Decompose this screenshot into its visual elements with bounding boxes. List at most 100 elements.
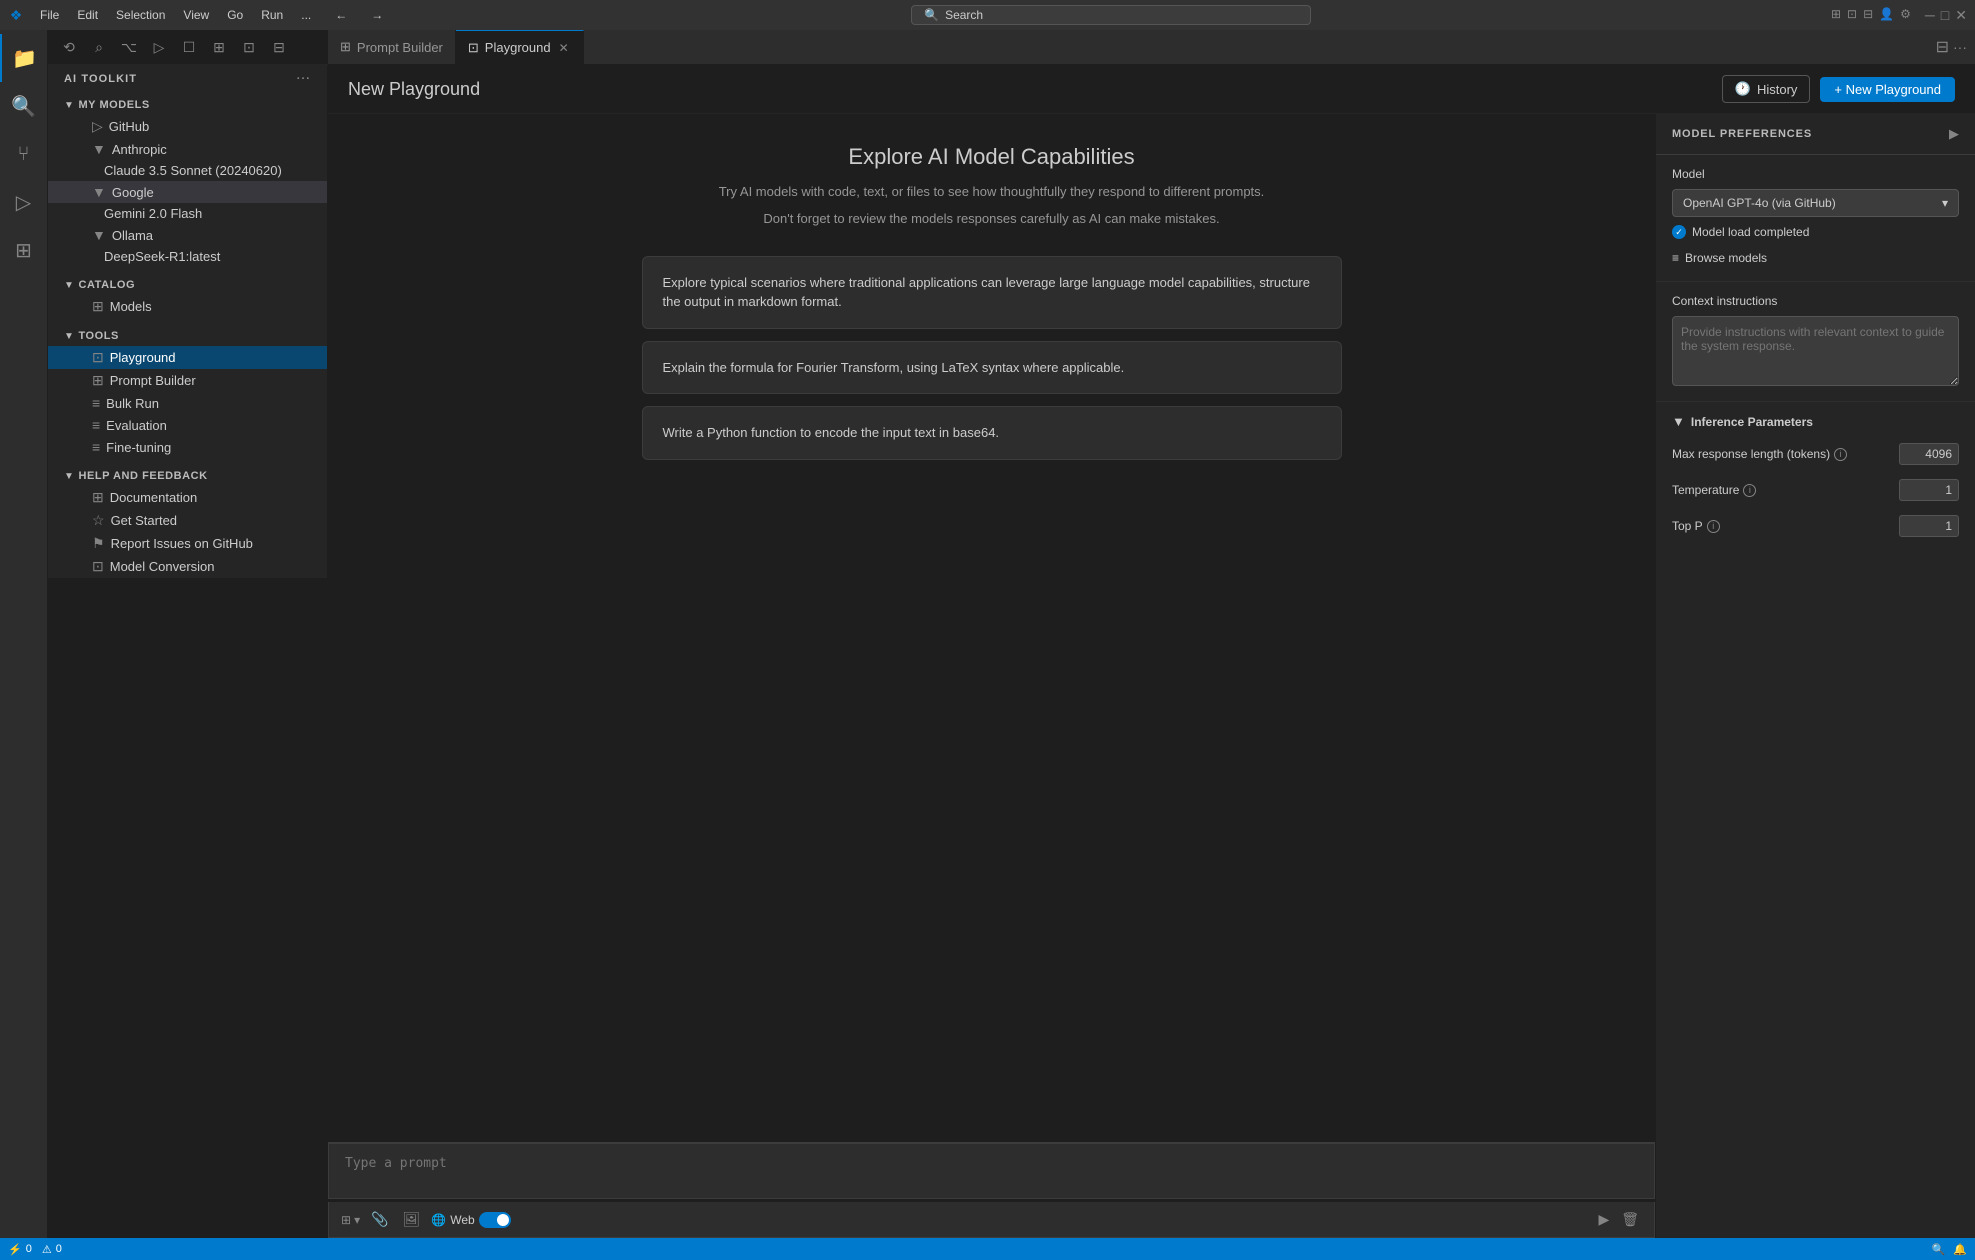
menu-view[interactable]: View [175,6,217,24]
status-search-btn[interactable]: 🔍 [1932,1243,1946,1256]
toolbar-btn-6[interactable]: ⊞ [206,34,232,60]
menu-more[interactable]: ... [293,6,319,24]
sidebar-item-google[interactable]: ▼ Google [48,181,327,203]
layout-btn-1[interactable]: ⊞ [1831,7,1841,24]
sidebar-item-github[interactable]: ▷ GitHub [48,115,327,138]
section-help[interactable]: ▼ HELP AND FEEDBACK [48,464,327,486]
context-instructions-label: Context instructions [1672,294,1959,308]
temperature-info-icon[interactable]: i [1743,484,1756,497]
toolbar-btn-2[interactable]: ⌕ [86,34,112,60]
context-textarea[interactable] [1672,316,1959,386]
sidebar-item-finetuning[interactable]: ≡ Fine-tuning [48,436,327,458]
sidebar-item-anthropic[interactable]: ▼ Anthropic [48,138,327,160]
tab-playground[interactable]: ⊡ Playground ✕ [456,30,584,64]
prompt-card-0-text: Explore typical scenarios where traditio… [663,275,1310,310]
toolbar-btn-3[interactable]: ⌥ [116,34,142,60]
sidebar-item-report-issues[interactable]: ⚑ Report Issues on GitHub [48,532,327,555]
sidebar-header-label: AI TOOLKIT [64,73,137,85]
main-content: ⊞ Prompt Builder ⊡ Playground ✕ ⊟ ··· Ne… [328,30,1975,1238]
split-editor-btn[interactable]: ⊟ [1936,37,1949,57]
section-my-models[interactable]: ▼ MY MODELS [48,93,327,115]
new-playground-button[interactable]: + New Playground [1820,77,1955,102]
maximize-btn[interactable]: □ [1941,7,1949,24]
section-tools[interactable]: ▼ TOOLS [48,324,327,346]
evaluation-icon: ≡ [92,417,100,433]
sidebar-item-prompt-builder[interactable]: ⊞ Prompt Builder [48,369,327,392]
status-right: 🔍 🔔 [1932,1243,1967,1256]
sidebar-item-evaluation[interactable]: ≡ Evaluation [48,414,327,436]
toolbar-btn-8[interactable]: ⊟ [266,34,292,60]
account-icon[interactable]: 👤 [1879,7,1894,24]
menu-edit[interactable]: Edit [69,6,106,24]
bulk-run-label: Bulk Run [106,396,159,411]
prompt-card-0[interactable]: Explore typical scenarios where traditio… [642,256,1342,329]
top-p-info-icon[interactable]: i [1707,520,1720,533]
layout-btn-2[interactable]: ⊡ [1847,7,1857,24]
max-tokens-input[interactable] [1899,443,1959,465]
right-panel-header: MODEL PREFERENCES ▶ [1656,114,1975,155]
menu-selection[interactable]: Selection [108,6,173,24]
activity-search[interactable]: 🔍 [0,82,48,130]
max-tokens-info-icon[interactable]: i [1834,448,1847,461]
send-btn[interactable]: ▶ [1595,1208,1612,1231]
more-tabs-btn[interactable]: ··· [1953,39,1967,55]
sidebar-item-playground[interactable]: ⊡ Playground [48,346,327,369]
input-mode-dropdown[interactable]: ⊞ ▾ [341,1213,360,1227]
sidebar-item-model-conversion[interactable]: ⊡ Model Conversion [48,555,327,578]
tab-prompt-builder[interactable]: ⊞ Prompt Builder [328,30,456,64]
settings-icon[interactable]: ⚙ [1900,7,1911,24]
sidebar-item-ollama[interactable]: ▼ Ollama [48,224,327,246]
status-notifications-btn[interactable]: 🔔 [1953,1243,1967,1256]
sidebar-item-get-started[interactable]: ☆ Get Started [48,509,327,532]
status-warnings[interactable]: ⚠ 0 [42,1243,62,1256]
history-button[interactable]: 🕐 History [1722,75,1811,103]
activity-explorer[interactable]: 📁 [0,34,48,82]
sidebar-item-docs[interactable]: ⊞ Documentation [48,486,327,509]
prompt-card-2[interactable]: Write a Python function to encode the in… [642,406,1342,460]
minimize-btn[interactable]: ─ [1925,7,1935,24]
close-btn[interactable]: ✕ [1955,7,1967,24]
sidebar-item-gemini[interactable]: Gemini 2.0 Flash [48,203,327,224]
sidebar-item-deepseek[interactable]: DeepSeek-R1:latest [48,246,327,267]
evaluation-label: Evaluation [106,418,167,433]
menu-bar: File Edit Selection View Go Run ... [32,6,319,24]
sidebar-item-claude[interactable]: Claude 3.5 Sonnet (20240620) [48,160,327,181]
deepseek-label: DeepSeek-R1:latest [104,249,220,264]
menu-run[interactable]: Run [253,6,291,24]
sidebar-item-models[interactable]: ⊞ Models [48,295,327,318]
activity-git[interactable]: ⑂ [0,130,48,178]
sidebar-more-btn[interactable]: ··· [297,73,311,85]
web-toggle-switch[interactable] [479,1212,511,1228]
toolbar-btn-4[interactable]: ▷ [146,34,172,60]
activity-bar: 📁 🔍 ⑂ ▷ ⊞ [0,30,48,1238]
top-p-input[interactable] [1899,515,1959,537]
status-branch[interactable]: ⚡ 0 [8,1243,32,1256]
prompt-input[interactable] [328,1143,1655,1199]
attach-file-btn[interactable]: 📎 [368,1208,391,1231]
activity-debug[interactable]: ▷ [0,178,48,226]
nav-back[interactable]: ← [327,6,355,24]
activity-extensions[interactable]: ⊞ [0,226,48,274]
inference-title: Inference Parameters [1691,415,1813,429]
nav-forward[interactable]: → [363,6,391,24]
playground-tab-close[interactable]: ✕ [557,40,571,56]
menu-file[interactable]: File [32,6,67,24]
prompt-card-1[interactable]: Explain the formula for Fourier Transfor… [642,341,1342,395]
sidebar-item-bulk-run[interactable]: ≡ Bulk Run [48,392,327,414]
model-select[interactable]: OpenAI GPT-4o (via GitHub) ▾ [1672,189,1959,217]
clear-btn[interactable]: 🗑 [1618,1208,1642,1231]
browse-models-btn[interactable]: ≡ Browse models [1672,247,1959,269]
menu-go[interactable]: Go [219,6,251,24]
toolbar-btn-1[interactable]: ⟲ [56,34,82,60]
inference-header[interactable]: ▼ Inference Parameters [1672,414,1959,429]
layout-btn-3[interactable]: ⊟ [1863,7,1873,24]
search-box[interactable]: 🔍 Search [911,5,1311,25]
search-label: Search [945,8,983,22]
attach-image-btn[interactable]: 🖼 [400,1208,424,1231]
section-catalog[interactable]: ▼ CATALOG [48,273,327,295]
toolbar-btn-5[interactable]: ☐ [176,34,202,60]
toolbar-btn-7[interactable]: ⊡ [236,34,262,60]
prompt-builder-tab-label: Prompt Builder [357,40,443,55]
right-panel-collapse-btn[interactable]: ▶ [1949,126,1959,142]
temperature-input[interactable] [1899,479,1959,501]
